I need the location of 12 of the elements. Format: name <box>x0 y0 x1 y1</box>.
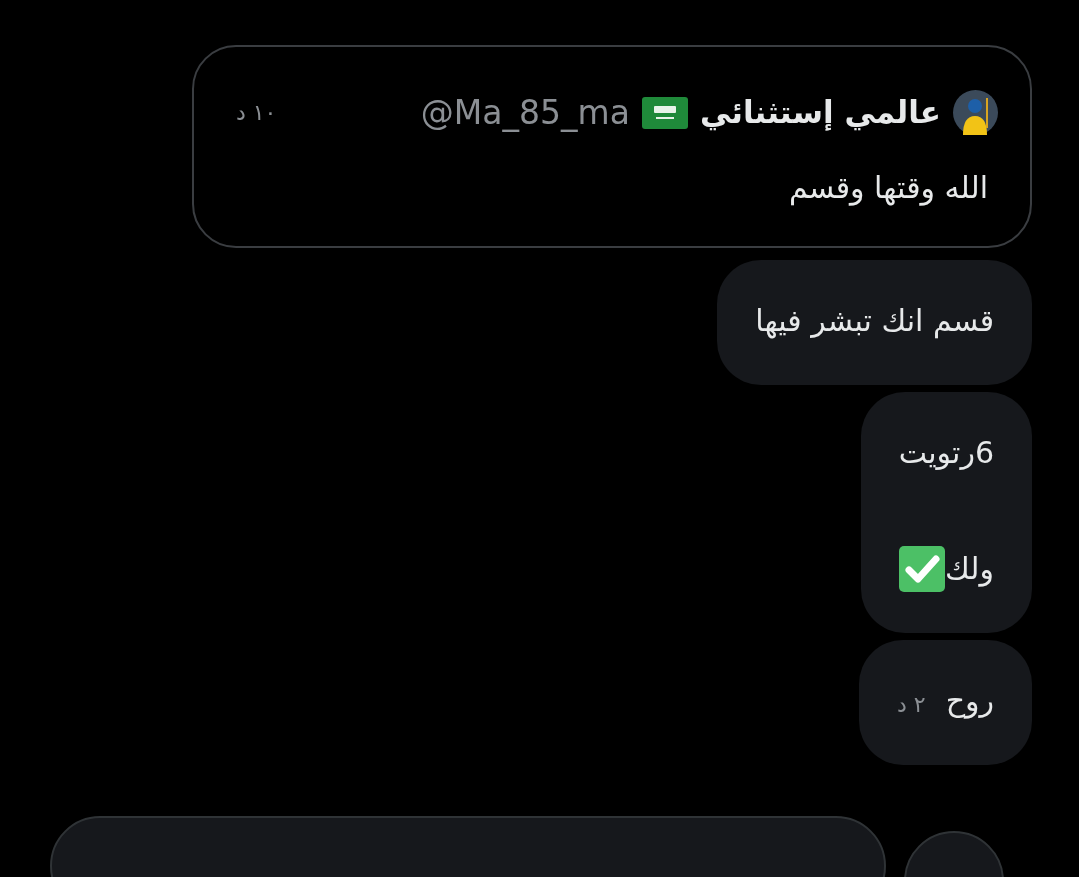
timestamp: ٢ د <box>897 691 926 719</box>
timestamp: ١٠ د <box>236 99 277 127</box>
flag-icon <box>641 96 688 129</box>
message-text: روح <box>945 682 994 721</box>
avatar-icon <box>953 90 998 135</box>
user-name: عالمي إستثنائي <box>699 93 941 133</box>
message-text: قسم انك تبشر فيها <box>755 302 994 341</box>
check-icon <box>899 545 946 592</box>
quoted-tweet-text: الله وقتها وقسم <box>788 169 988 208</box>
user-handle: @Ma_85_ma <box>420 91 630 134</box>
message-text: ولك <box>945 550 994 589</box>
message-text: 6رتويت <box>898 434 994 472</box>
